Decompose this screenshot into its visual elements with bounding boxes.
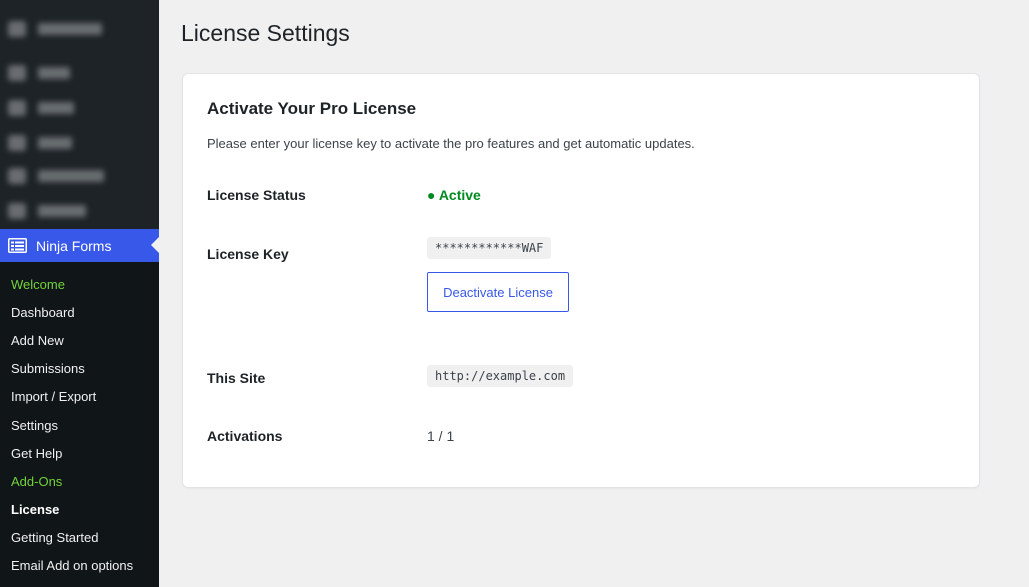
blurred-menu-item (8, 133, 72, 153)
license-status-value: ● Active (427, 187, 481, 203)
blurred-menu-item (8, 19, 102, 39)
submenu-item-add-ons[interactable]: Add-Ons (0, 467, 159, 495)
submenu-item-get-help[interactable]: Get Help (0, 439, 159, 467)
license-key-value-wrap: ************WAF (427, 237, 552, 259)
blurred-menu-item (8, 166, 104, 186)
submenu-item-submissions[interactable]: Submissions (0, 355, 159, 383)
license-key-value: ************WAF (427, 237, 552, 259)
blurred-menu-item (8, 63, 70, 83)
submenu-item-welcome[interactable]: Welcome (0, 270, 159, 298)
license-key-label: License Key (207, 246, 289, 262)
this-site-label: This Site (207, 370, 266, 386)
activations-label: Activations (207, 428, 283, 444)
license-status-label: License Status (207, 187, 306, 203)
sidebar-item-label: Ninja Forms (36, 237, 112, 254)
submenu-item-import-export[interactable]: Import / Export (0, 383, 159, 411)
submenu-item-add-new[interactable]: Add New (0, 326, 159, 354)
submenu-item-settings[interactable]: Settings (0, 411, 159, 439)
current-menu-arrow (151, 237, 159, 253)
activations-value: 1 / 1 (427, 428, 455, 444)
blurred-menu-item (8, 98, 74, 118)
card-description: Please enter your license key to activat… (207, 136, 695, 151)
blurred-menu-items (0, 0, 159, 228)
this-site-value-wrap: http://example.com (427, 365, 574, 387)
submenu-item-getting-started[interactable]: Getting Started (0, 524, 159, 552)
submenu-item-email-add-on-options[interactable]: Email Add on options (0, 552, 159, 580)
page-title: License Settings (181, 20, 350, 46)
deactivate-license-button[interactable]: Deactivate License (427, 272, 569, 312)
blurred-menu-item (8, 201, 86, 221)
ninja-forms-icon (8, 238, 27, 253)
license-card: Activate Your Pro License Please enter y… (182, 73, 980, 488)
this-site-value: http://example.com (427, 365, 574, 387)
sidebar-item-ninja-forms[interactable]: Ninja Forms (0, 229, 159, 262)
submenu-item-license[interactable]: License (0, 496, 159, 524)
ninja-forms-submenu: Welcome Dashboard Add New Submissions Im… (0, 262, 159, 587)
admin-sidebar: Ninja Forms Welcome Dashboard Add New Su… (0, 0, 159, 587)
submenu-item-dashboard[interactable]: Dashboard (0, 298, 159, 326)
card-title: Activate Your Pro License (207, 99, 417, 118)
